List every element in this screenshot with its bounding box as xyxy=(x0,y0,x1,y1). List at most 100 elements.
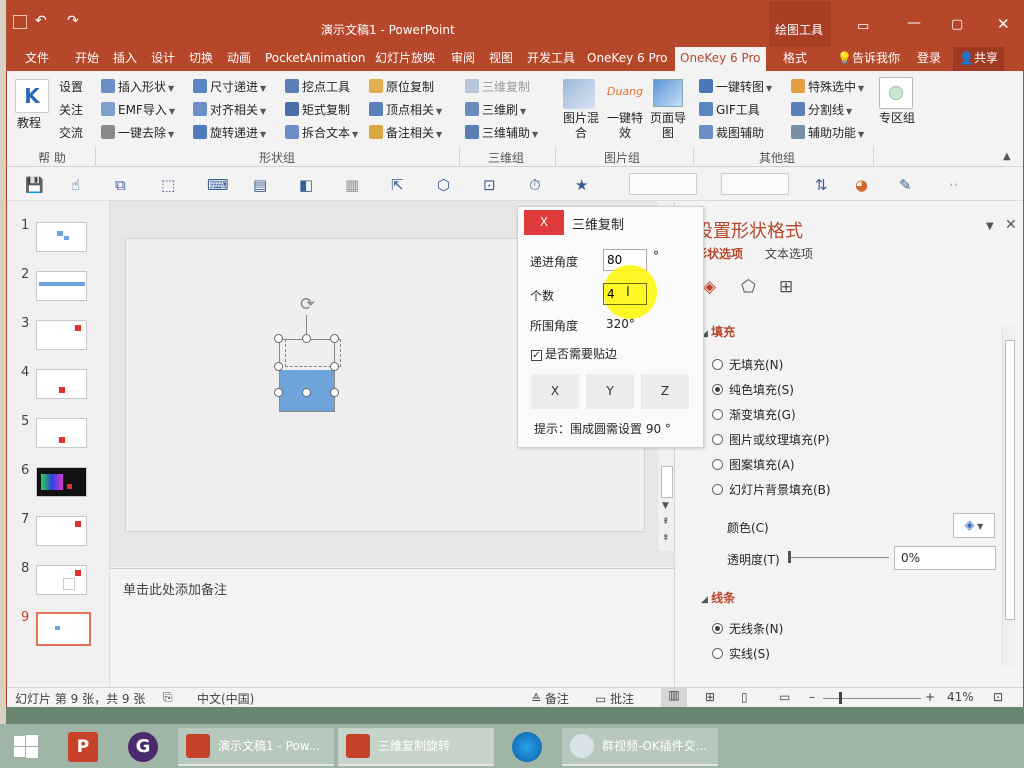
zoom-in-icon[interactable]: + xyxy=(925,690,935,704)
resize-handle[interactable] xyxy=(274,334,283,343)
comments-button[interactable]: ▭ 批注 xyxy=(595,690,634,707)
snap-checkbox[interactable]: ✓ 是否需要贴边 xyxy=(531,345,617,362)
count-input[interactable] xyxy=(603,283,647,305)
tutorial-button[interactable]: 教程 xyxy=(17,113,41,133)
pick-tool-button[interactable]: 挖点工具 xyxy=(285,77,350,97)
original-copy-button[interactable]: 原位复制 xyxy=(369,77,434,97)
vertex-related-button[interactable]: 顶点相关 ▼ xyxy=(369,100,442,120)
ribbon-display-icon[interactable]: ▭ xyxy=(857,19,869,34)
pentagon-icon[interactable]: ⬠ xyxy=(741,277,756,297)
transparency-slider[interactable] xyxy=(789,557,889,558)
timer-icon[interactable]: ⏱ xyxy=(529,176,541,194)
pane-options-icon[interactable]: ▼ xyxy=(986,221,994,232)
slide-thumbnail-2[interactable] xyxy=(36,271,87,301)
matrix-copy-button[interactable]: 矩式复制 xyxy=(285,100,350,120)
line-option-none[interactable]: 无线条(N) xyxy=(712,620,783,637)
spellcheck-icon[interactable]: ⎘ xyxy=(163,690,173,705)
tab-file[interactable]: 文件 xyxy=(25,47,49,71)
gif-tool-button[interactable]: GIF工具 xyxy=(699,100,760,120)
split-text-button[interactable]: 拆合文本 ▼ xyxy=(285,123,358,143)
tab-format[interactable]: 格式 xyxy=(783,47,807,71)
tab-home[interactable]: 开始 xyxy=(75,47,99,71)
fill-option-gradient[interactable]: 渐变填充(G) xyxy=(712,406,796,423)
axis-y-button[interactable]: Y xyxy=(586,374,634,409)
zone-button[interactable]: 专区组 xyxy=(879,111,915,143)
crop-icon[interactable]: ⬚ xyxy=(161,176,175,194)
resize-handle[interactable] xyxy=(302,388,311,397)
fit-slide-icon[interactable]: ⊡ xyxy=(993,690,1003,704)
spin-box-2[interactable] xyxy=(721,173,789,195)
fill-option-solid[interactable]: 纯色填充(S) xyxy=(712,381,794,398)
divider-button[interactable]: 分割线 ▼ xyxy=(791,100,852,120)
start-button[interactable] xyxy=(14,735,38,759)
scrollbar-thumb[interactable] xyxy=(661,466,673,498)
tab-text-options[interactable]: 文本选项 xyxy=(765,245,813,262)
slideshow-view-icon[interactable]: ▭ xyxy=(779,690,790,704)
note-related-button[interactable]: 备注相关 ▼ xyxy=(369,123,442,143)
line-section[interactable]: ◢ 线条 xyxy=(701,589,735,606)
frame-icon[interactable]: ⊡ xyxy=(483,176,496,194)
dialog-close-button[interactable]: X xyxy=(524,210,564,235)
save-icon[interactable] xyxy=(13,15,27,29)
tab-pocketanimation[interactable]: PocketAnimation xyxy=(265,47,366,71)
slide-thumbnail-7[interactable] xyxy=(36,516,87,546)
next-slide-icon[interactable]: ⇟ xyxy=(662,533,670,543)
tab-review[interactable]: 审阅 xyxy=(451,47,475,71)
scrollbar-thumb[interactable] xyxy=(1005,340,1015,620)
save-icon[interactable]: 💾 xyxy=(25,176,44,194)
color-wheel-icon[interactable]: ◕ xyxy=(855,176,868,194)
one-key-image-button[interactable]: 一键转图 ▼ xyxy=(699,77,772,97)
zoom-level[interactable]: 41% xyxy=(947,690,974,704)
color-picker-button[interactable]: ◈ ▼ xyxy=(953,513,995,538)
tab-transitions[interactable]: 切换 xyxy=(189,47,213,71)
notes-button[interactable]: ≙ 备注 xyxy=(531,690,569,707)
resize-handle[interactable] xyxy=(330,388,339,397)
star-icon[interactable]: ★ xyxy=(575,176,588,194)
share-button[interactable]: 👤共享 xyxy=(953,47,1004,71)
slide-thumbnail-3[interactable] xyxy=(36,320,87,350)
page-export-button[interactable]: 页面导图 xyxy=(647,111,689,143)
text-box-icon[interactable]: ▤ xyxy=(253,176,267,194)
arrange-icon[interactable]: ⇅ xyxy=(815,176,828,194)
exchange-button[interactable]: 交流 xyxy=(59,123,83,143)
one-key-effect-button[interactable]: 一键特效 xyxy=(605,111,645,143)
page-export-icon[interactable] xyxy=(653,79,683,107)
tab-insert[interactable]: 插入 xyxy=(113,47,137,71)
insert-shape-button[interactable]: 插入形状 ▼ xyxy=(101,77,174,97)
size-step-button[interactable]: 尺寸递进 ▼ xyxy=(193,77,266,97)
zoom-slider-thumb[interactable] xyxy=(839,692,842,704)
close-icon[interactable]: ✕ xyxy=(997,15,1010,33)
slide-thumbnail-9[interactable] xyxy=(36,612,91,646)
rotate-handle-icon[interactable]: ⟳ xyxy=(300,294,315,315)
rotate-step-button[interactable]: 旋转递进 ▼ xyxy=(193,123,266,143)
tab-design[interactable]: 设计 xyxy=(151,47,175,71)
resize-handle[interactable] xyxy=(302,334,311,343)
sorter-view-icon[interactable]: ⊞ xyxy=(705,690,715,704)
crop-assist-button[interactable]: 裁图辅助 xyxy=(699,123,764,143)
fill-section[interactable]: ◢ 填充 xyxy=(701,323,735,340)
tab-onekey-1[interactable]: OneKey 6 Pro xyxy=(587,47,668,71)
taskbar-item-presentation[interactable]: 演示文稿1 - Pow... xyxy=(178,728,334,766)
brush-3d-button[interactable]: 三维刷 ▼ xyxy=(465,100,526,120)
collapse-ribbon-icon[interactable]: ▲ xyxy=(1003,151,1011,162)
g-app-icon[interactable]: G xyxy=(128,732,158,762)
prev-slide-icon[interactable]: ⇞ xyxy=(662,517,670,527)
hand-icon[interactable]: ☝ xyxy=(71,176,80,194)
slide-thumbnail-1[interactable] xyxy=(36,222,87,252)
resize-handle[interactable] xyxy=(330,362,339,371)
keyboard-icon[interactable]: ⌨ xyxy=(207,176,229,194)
line-option-solid[interactable]: 实线(S) xyxy=(712,645,770,662)
settings-button[interactable]: 设置 xyxy=(59,77,83,97)
redo-icon[interactable]: ↷ xyxy=(67,13,79,29)
image-mix-button[interactable]: 图片混合 xyxy=(561,111,601,143)
axis-x-button[interactable]: X xyxy=(531,374,579,409)
align-related-button[interactable]: 对齐相关 ▼ xyxy=(193,100,266,120)
slide-thumbnail-4[interactable] xyxy=(36,369,87,399)
shape-style-icon[interactable]: ⬡ xyxy=(437,176,450,194)
normal-view-icon[interactable]: ▥ xyxy=(661,688,687,707)
tell-me[interactable]: 💡告诉我你 xyxy=(837,47,900,71)
fill-option-background[interactable]: 幻灯片背景填充(B) xyxy=(712,481,831,498)
fill-line-icon[interactable]: ◈ xyxy=(703,277,716,297)
follow-button[interactable]: 关注 xyxy=(59,100,83,120)
scroll-down-icon[interactable]: ▼ xyxy=(662,501,669,511)
